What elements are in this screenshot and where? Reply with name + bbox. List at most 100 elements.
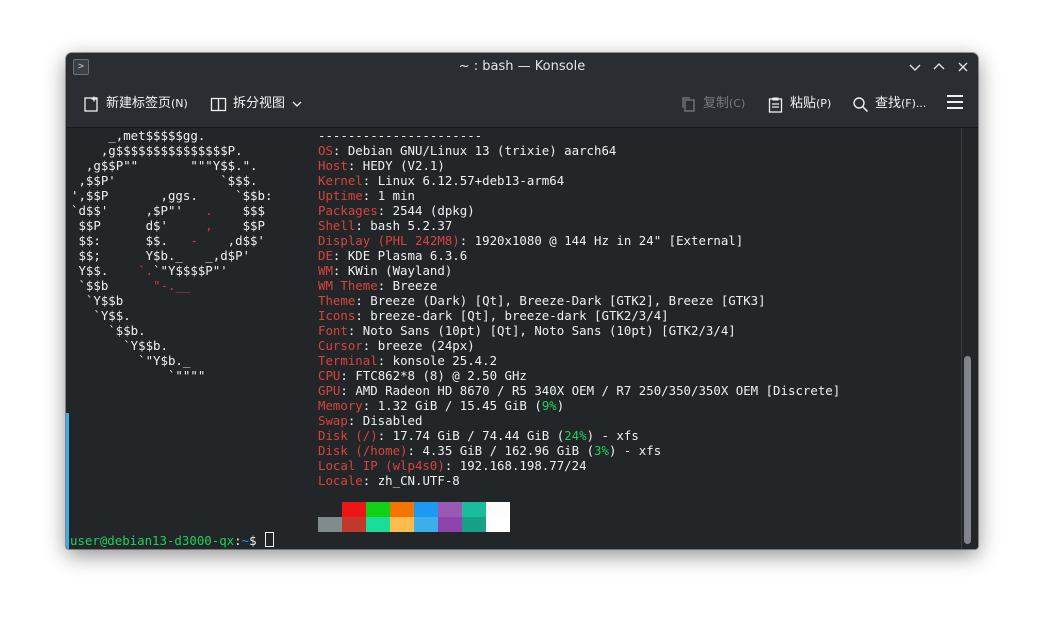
info-colon: : (362, 188, 378, 203)
info-value: 1 min (377, 188, 415, 203)
info-colon: : (332, 263, 348, 278)
info-colon: : (355, 218, 371, 233)
logo-segment: $$P (212, 218, 265, 233)
info-value: AMD Radeon HD 8670 / R5 340X OEM / R7 25… (355, 383, 841, 398)
info-value: bash 5.2.37 (370, 218, 453, 233)
info-row: Uptime: 1 min (318, 188, 840, 203)
info-row: Locale: zh_CN.UTF-8 (318, 473, 840, 488)
info-value: konsole 25.4.2 (392, 353, 498, 368)
info-colon: : (377, 203, 393, 218)
paste-button[interactable]: 粘贴(P) (767, 89, 831, 119)
info-key: Terminal (318, 353, 378, 368)
paste-icon (768, 97, 783, 113)
info-colon: : (347, 158, 363, 173)
new-tab-button[interactable]: 新建标签页(N) (83, 89, 188, 119)
maximize-icon[interactable] (930, 58, 948, 76)
info-row: Host: HEDY (V2.1) (318, 158, 840, 173)
logo-segment: , (205, 218, 213, 233)
logo-segment: $$$ (212, 203, 265, 218)
color-swatch (318, 502, 342, 517)
info-value: breeze (24px) (377, 338, 475, 353)
info-row: Disk (/home): 4.35 GiB / 162.96 GiB (3%)… (318, 443, 840, 458)
info-row: WM Theme: Breeze (318, 278, 840, 293)
info-row: WM: KWin (Wayland) (318, 263, 840, 278)
hamburger-menu-icon[interactable] (947, 95, 963, 109)
info-row: Disk (/): 17.74 GiB / 74.44 GiB (24%) - … (318, 428, 840, 443)
color-swatch (390, 502, 414, 517)
info-row: Cursor: breeze (24px) (318, 338, 840, 353)
text-cursor (264, 532, 274, 547)
info-row: Kernel: Linux 6.12.57+deb13-arm64 (318, 173, 840, 188)
search-icon (853, 96, 869, 112)
info-colon: : (362, 173, 378, 188)
info-key: Disk (/home) (318, 443, 408, 458)
info-percent: 24% (564, 428, 587, 443)
info-row: Display (PHL 242M8): 1920x1080 @ 144 Hz … (318, 233, 840, 248)
logo-segment: ,g$$$$$$$$$$$$$$$P. (71, 143, 243, 158)
terminal-view[interactable]: _,met$$$$$gg. ,g$$$$$$$$$$$$$$$P. ,g$$P"… (66, 128, 978, 549)
info-value: Linux 6.12.57+deb13-arm64 (377, 173, 565, 188)
info-colon: : (377, 278, 393, 293)
minimize-icon[interactable] (906, 58, 924, 76)
paste-label: 粘贴 (790, 96, 817, 111)
logo-segment: `"""" (71, 368, 206, 383)
info-key: Display (PHL 242M8) (318, 233, 460, 248)
new-tab-icon (84, 96, 98, 112)
close-icon[interactable] (954, 58, 972, 76)
info-key: WM (318, 263, 333, 278)
color-swatch (414, 517, 438, 532)
info-key: Memory (318, 398, 363, 413)
copy-icon (682, 96, 695, 112)
info-row: DE: KDE Plasma 6.3.6 (318, 248, 840, 263)
info-key: WM Theme (318, 278, 378, 293)
shell-prompt[interactable]: user@debian13-d3000-qx:~$ (70, 532, 274, 548)
vertical-scrollbar[interactable] (961, 128, 974, 549)
konsole-window: > ~ : bash — Konsole 新建标签页(N) 拆分视图 复制(C)… (66, 53, 978, 549)
paste-shortcut: (P) (816, 97, 832, 110)
scrollbar-thumb[interactable] (964, 356, 971, 544)
color-palette (318, 502, 510, 532)
color-swatch (366, 517, 390, 532)
color-swatch (486, 517, 510, 532)
debian-ascii-logo: _,met$$$$$gg. ,g$$$$$$$$$$$$$$$P. ,g$$P"… (71, 128, 272, 383)
find-button[interactable]: 查找(F)... (852, 89, 926, 119)
new-tab-shortcut: (N) (171, 97, 188, 110)
info-percent: 9% (541, 398, 557, 413)
separator-line: ---------------------- (318, 128, 483, 143)
copy-shortcut: (C) (729, 97, 746, 110)
info-row: Shell: bash 5.2.37 (318, 218, 840, 233)
info-value: 1.32 GiB / 15.45 GiB ( (377, 398, 542, 413)
title-bar[interactable]: > ~ : bash — Konsole (66, 53, 978, 81)
prompt-path: ~ (241, 533, 250, 548)
info-colon: : (332, 248, 348, 263)
info-value: 1920x1080 @ 144 Hz in 24" [External] (474, 233, 744, 248)
copy-button[interactable]: 复制(C) (680, 89, 745, 119)
info-value: 192.168.198.77/24 (459, 458, 587, 473)
logo-segment: . (205, 203, 213, 218)
info-value: Breeze (Dark) [Qt], Breeze-Dark [GTK2], … (370, 293, 766, 308)
logo-segment: ',$$P ,ggs. `$$b: (71, 188, 273, 203)
info-value: 2544 (dpkg) (392, 203, 475, 218)
info-value: Disabled (362, 413, 423, 428)
info-suffix: ) - xfs (586, 428, 639, 443)
info-key: Host (318, 158, 348, 173)
prompt-separator: : (234, 533, 242, 548)
info-colon: : (444, 458, 460, 473)
info-key: Kernel (318, 173, 363, 188)
window-title: ~ : bash — Konsole (458, 59, 586, 74)
logo-segment: `Y$$. (71, 308, 131, 323)
info-row: Local IP (wlp4s0): 192.168.198.77/24 (318, 458, 840, 473)
color-swatch (438, 502, 462, 517)
logo-segment: $$; Y$b._ _,d$P' (71, 248, 251, 263)
prompt-symbol: $ (249, 533, 264, 548)
info-value: HEDY (V2.1) (362, 158, 445, 173)
color-swatch (366, 502, 390, 517)
logo-segment: `d$$' ,$P"' (71, 203, 206, 218)
split-view-button[interactable]: 拆分视图 (210, 89, 303, 119)
color-swatch (342, 502, 366, 517)
chevron-down-icon[interactable] (291, 98, 303, 110)
info-key: Icons (318, 308, 356, 323)
info-key: DE (318, 248, 333, 263)
new-tab-label: 新建标签页 (106, 96, 172, 111)
logo-segment: `"Y$$$$P"' (153, 263, 228, 278)
